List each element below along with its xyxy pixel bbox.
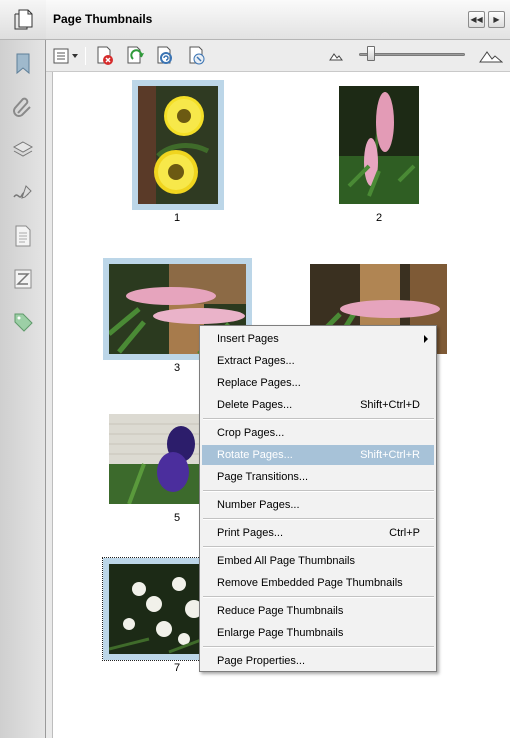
menu-item-label: Insert Pages [217,333,279,345]
menu-item-shortcut: Shift+Ctrl+D [360,399,420,411]
menu-item-label: Page Transitions... [217,471,309,483]
signature-icon[interactable] [11,181,35,205]
small-mountain-icon [329,53,343,61]
zoom-slider-thumb[interactable] [367,46,375,61]
menu-item-label: Print Pages... [217,527,284,539]
pages-panel-toggle[interactable] [0,0,46,40]
menu-item-remove-embedded-thumbnails[interactable]: Remove Embedded Page Thumbnails [202,573,434,593]
page-thumbnail-2[interactable] [339,86,419,204]
menu-item-label: Embed All Page Thumbnails [217,555,355,567]
thumbnails-toolbar [46,40,510,72]
page-number-label: 7 [173,662,181,674]
bookmark-icon[interactable] [11,52,35,76]
insert-pages-button[interactable] [185,45,209,67]
menu-item-label: Enlarge Page Thumbnails [217,627,344,639]
page-number-label: 1 [173,212,181,224]
chevron-right-icon: ▶ [493,15,500,24]
menu-item-label: Number Pages... [217,499,300,511]
menu-item-page-properties[interactable]: Page Properties... [202,651,434,671]
page-number-label: 5 [173,512,181,524]
articles-icon[interactable] [11,267,35,291]
toolbar-separator [85,47,86,65]
menu-separator [203,518,434,520]
menu-item-delete-pages[interactable]: Delete Pages... Shift+Ctrl+D [202,395,434,415]
replace-pages-icon [157,46,172,64]
insert-pages-icon [189,46,205,65]
menu-item-label: Reduce Page Thumbnails [217,605,344,617]
menu-item-number-pages[interactable]: Number Pages... [202,495,434,515]
double-chevron-left-icon: ◀◀ [470,15,483,24]
menu-item-replace-pages[interactable]: Replace Pages... [202,373,434,393]
menu-item-page-transitions[interactable]: Page Transitions... [202,467,434,487]
submenu-arrow-icon [424,335,428,343]
collapse-panel-button[interactable]: ◀◀ [468,11,485,28]
pages-icon [11,8,35,32]
menu-item-insert-pages[interactable]: Insert Pages [202,329,434,349]
page-thumbnail-1[interactable] [138,86,218,204]
menu-item-rotate-pages[interactable]: Rotate Pages... Shift+Ctrl+R [202,445,434,465]
menu-item-label: Rotate Pages... [217,449,293,461]
panel-title: Page Thumbnails [53,12,153,26]
navigation-rail [0,0,46,738]
zoom-in-button[interactable] [477,45,505,67]
menu-item-shortcut: Shift+Ctrl+R [360,449,420,461]
menu-item-label: Page Properties... [217,655,306,667]
page-icon[interactable] [11,224,35,248]
layers-icon[interactable] [11,138,35,162]
tag-icon[interactable] [11,310,35,334]
zoom-out-button[interactable] [327,45,345,67]
menu-item-reduce-thumbnails[interactable]: Reduce Page Thumbnails [202,601,434,621]
menu-item-label: Replace Pages... [217,377,301,389]
attachment-icon[interactable] [11,95,35,119]
menu-item-print-pages[interactable]: Print Pages... Ctrl+P [202,523,434,543]
delete-pages-icon [97,46,113,65]
menu-item-enlarge-thumbnails[interactable]: Enlarge Page Thumbnails [202,623,434,643]
menu-item-label: Crop Pages... [217,427,285,439]
page-number-label: 3 [173,362,181,374]
panel-header: Page Thumbnails ◀◀ ▶ [46,0,510,40]
large-mountain-icon [479,51,503,63]
panel-options-button[interactable]: ▶ [488,11,505,28]
menu-separator [203,418,434,420]
page-context-menu: Insert Pages Extract Pages... Replace Pa… [199,325,437,672]
rotate-pages-icon [127,46,144,64]
pink-lupine-vertical-image [339,86,419,204]
page-thumbnails-window: Page Thumbnails ◀◀ ▶ 1 2 3 5 7 Insert Pa… [0,0,510,738]
menu-item-shortcut: Ctrl+P [389,527,420,539]
menu-item-label: Extract Pages... [217,355,295,367]
menu-item-extract-pages[interactable]: Extract Pages... [202,351,434,371]
menu-item-embed-all-thumbnails[interactable]: Embed All Page Thumbnails [202,551,434,571]
menu-item-crop-pages[interactable]: Crop Pages... [202,423,434,443]
menu-item-label: Delete Pages... [217,399,293,411]
menu-separator [203,646,434,648]
options-menu-icon [53,48,78,64]
replace-pages-button[interactable] [153,45,177,67]
menu-separator [203,546,434,548]
menu-separator [203,596,434,598]
delete-pages-button[interactable] [93,45,117,67]
yellow-gerbera-daisies-image [138,86,218,204]
menu-separator [203,490,434,492]
options-menu-button[interactable] [52,45,80,67]
page-number-label: 2 [375,212,383,224]
menu-item-label: Remove Embedded Page Thumbnails [217,577,403,589]
rotate-pages-button[interactable] [123,45,147,67]
